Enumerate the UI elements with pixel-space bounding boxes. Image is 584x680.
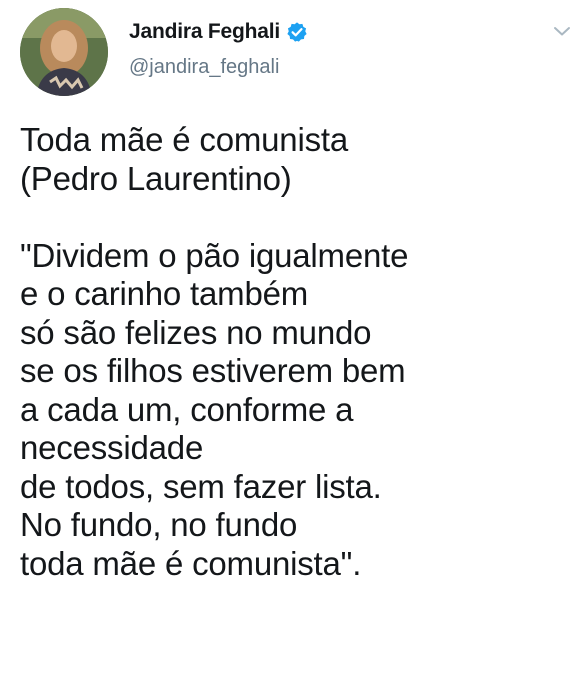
- avatar-photo: [20, 8, 108, 96]
- tweet-text: Toda mãe é comunista (Pedro Laurentino) …: [20, 121, 409, 582]
- tweet-card: Jandira Feghali @jandira_feghali Toda mã…: [0, 0, 584, 680]
- display-name[interactable]: Jandira Feghali: [129, 20, 280, 44]
- chevron-down-icon[interactable]: [552, 24, 572, 38]
- author-name-row[interactable]: Jandira Feghali: [129, 18, 308, 46]
- verified-badge-icon: [286, 21, 308, 43]
- avatar[interactable]: [20, 8, 108, 96]
- user-handle[interactable]: @jandira_feghali: [129, 56, 279, 79]
